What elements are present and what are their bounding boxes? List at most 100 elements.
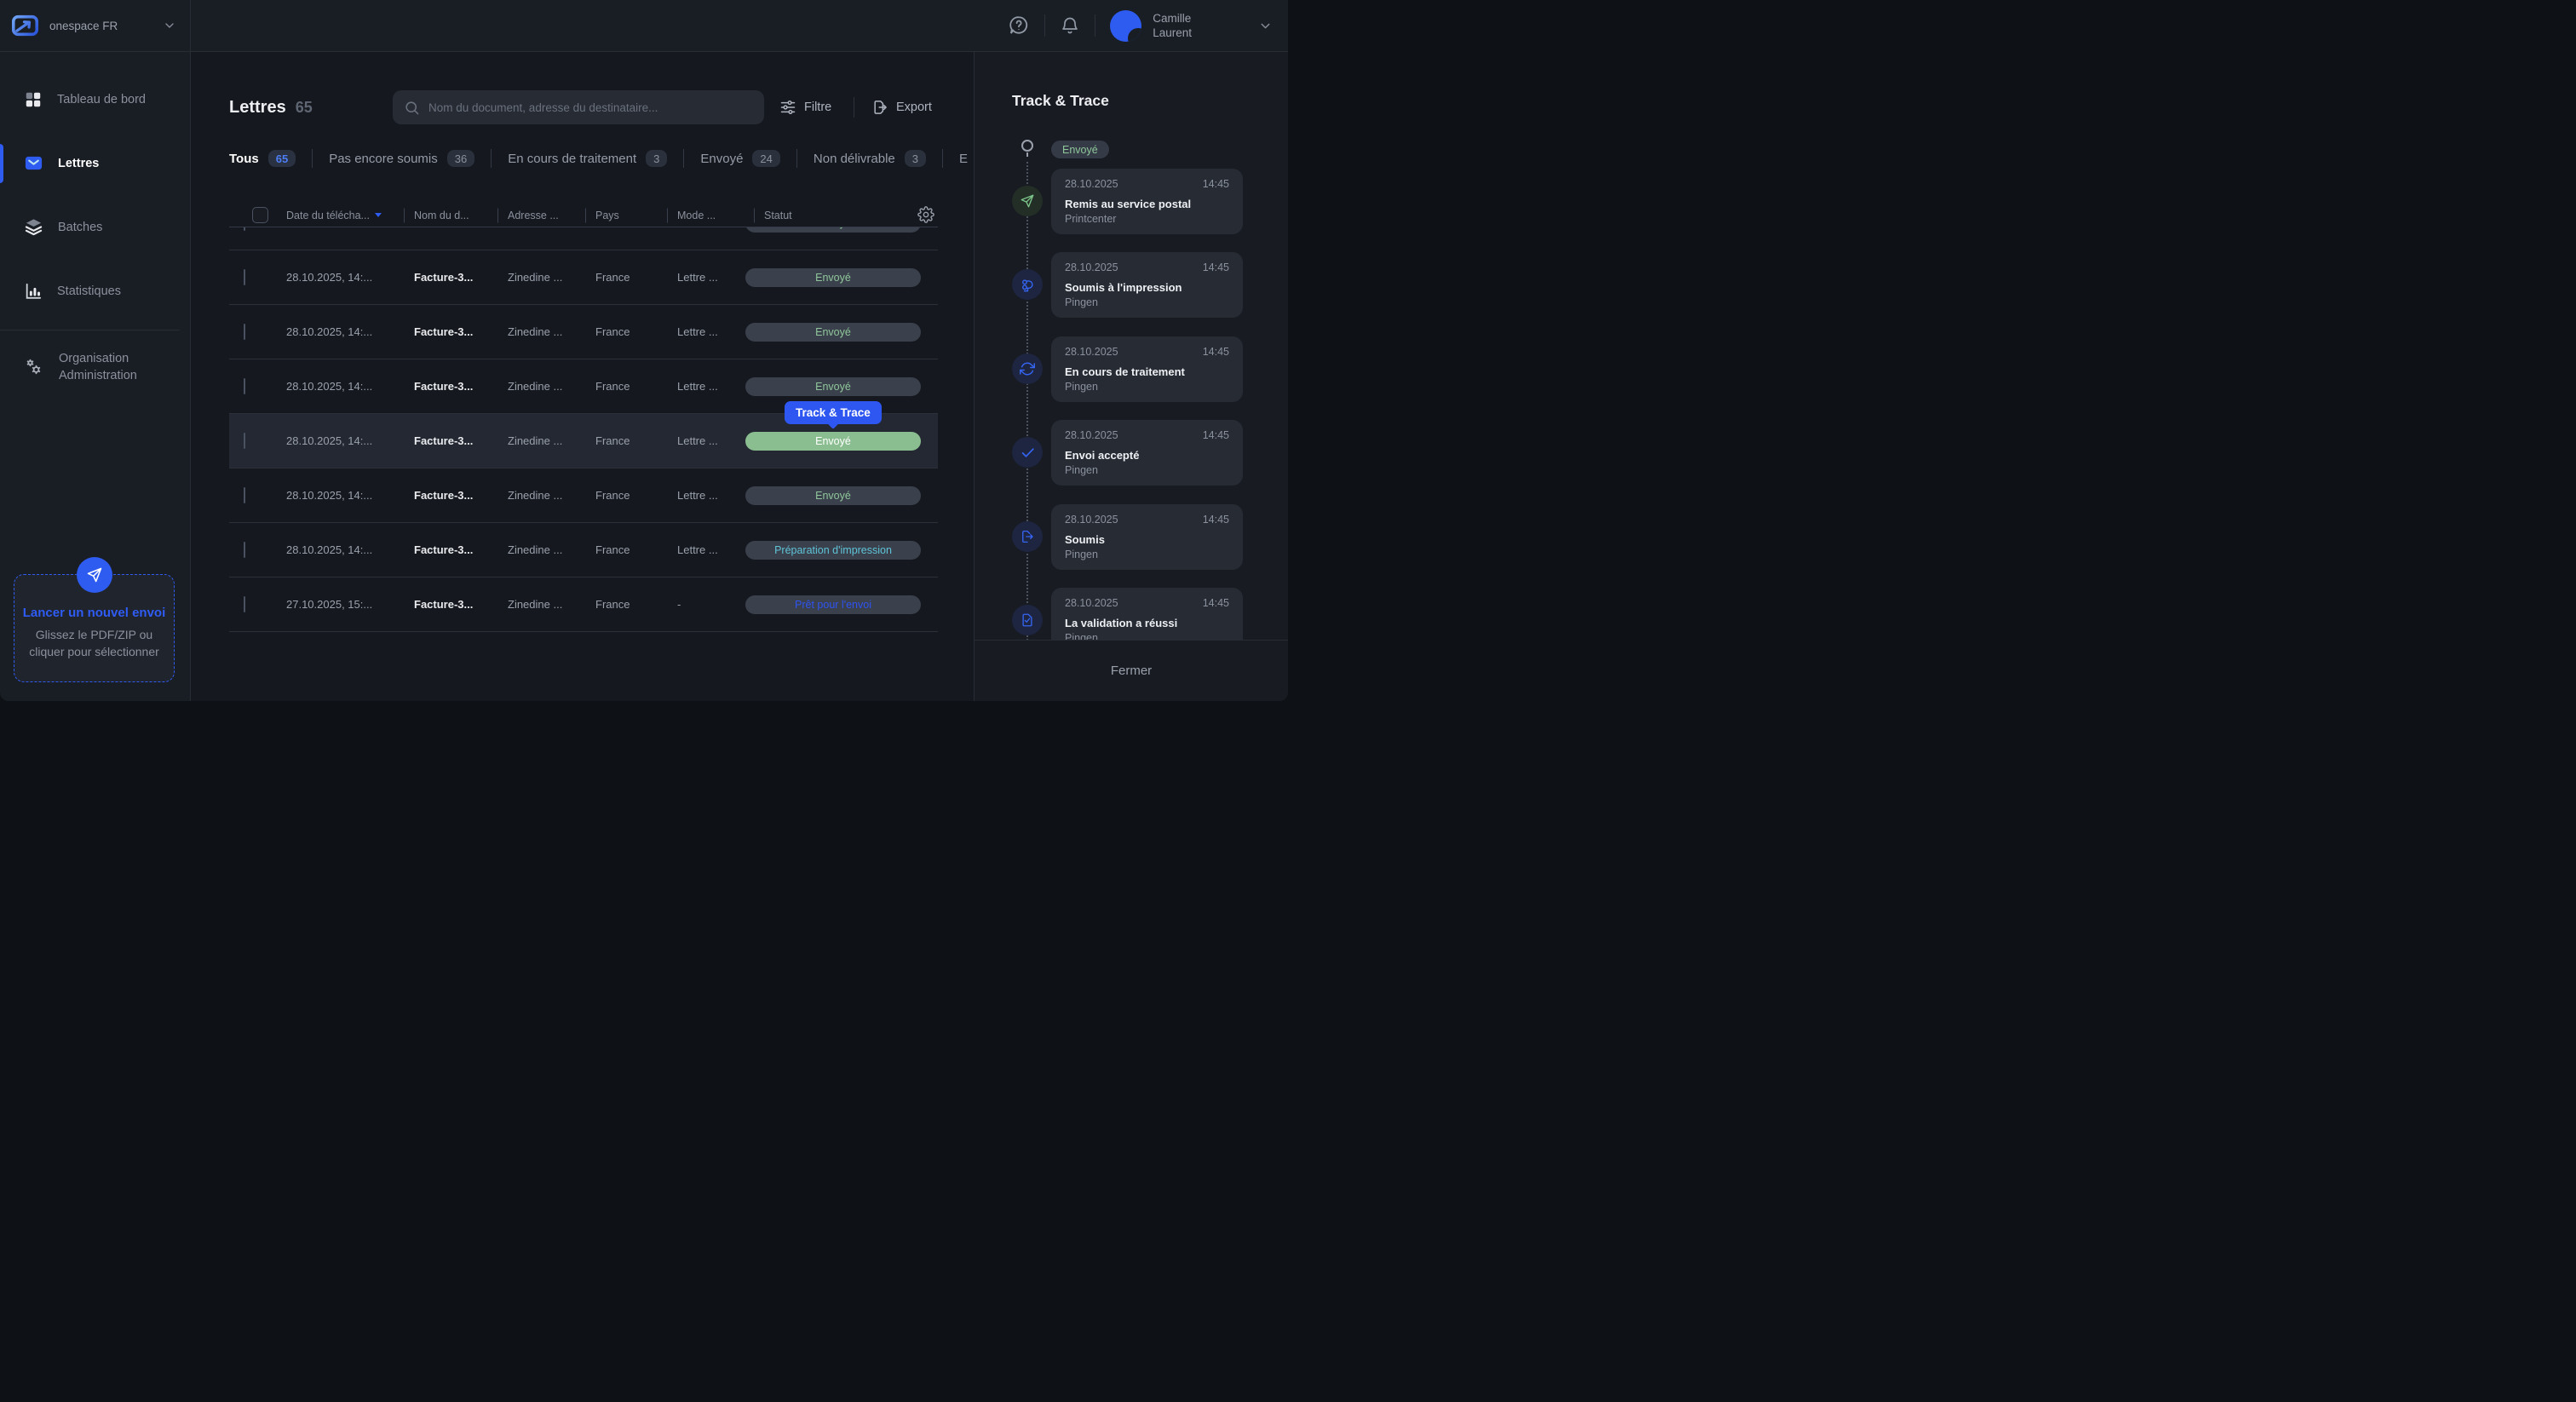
sidebar-item-label: Batches [58, 221, 102, 234]
user-name: Camille Laurent [1153, 11, 1192, 40]
table-row[interactable]: 28.10.2025, 14:... Facture-3... Zinedine… [229, 250, 938, 305]
event-source: Printcenter [1065, 213, 1229, 225]
table-row[interactable]: 28.10.2025, 14:... Facture-3... Zinedine… [229, 305, 938, 359]
row-checkbox[interactable] [244, 378, 245, 394]
close-panel-button[interactable]: Fermer [1111, 664, 1152, 678]
event-time: 14:45 [1203, 261, 1229, 273]
status-badge[interactable]: Envoyé [745, 432, 921, 451]
sort-desc-icon [375, 213, 382, 217]
filter-button[interactable]: Filtre [779, 90, 831, 124]
status-tab[interactable]: En cours de traitement 3 [474, 149, 667, 168]
table-row[interactable]: 28.10.2025, 14:... Facture-3... Zinedine… [229, 523, 938, 577]
status-tab[interactable]: E [926, 149, 974, 168]
upload-dropzone[interactable]: Lancer un nouvel envoi Glissez le PDF/ZI… [14, 574, 175, 682]
event-source: Pingen [1065, 549, 1229, 560]
help-icon[interactable] [1008, 14, 1030, 37]
event-title: Soumis à l'impression [1065, 281, 1229, 294]
column-header-status[interactable]: Statut [745, 210, 938, 221]
status-badge[interactable]: Envoyé [745, 377, 921, 396]
brand-name: onespace FR [49, 20, 118, 32]
avatar[interactable] [1110, 10, 1141, 42]
notifications-bell-icon[interactable] [1060, 15, 1080, 36]
export-button[interactable]: Export [871, 90, 932, 124]
timeline-event-card[interactable]: 28.10.2025 14:45 Remis au service postal… [1051, 169, 1243, 234]
tab-label: Pas encore soumis [329, 152, 438, 166]
status-badge[interactable]: Envoyé [745, 486, 921, 505]
sidebar-item[interactable]: Statistiques [0, 259, 190, 323]
cell-document-name: Facture-3... [405, 434, 499, 447]
select-all-checkbox[interactable] [252, 207, 268, 223]
brand-chevron-down-icon[interactable] [163, 19, 176, 32]
sidebar-item-label: Tableau de bord [57, 93, 146, 106]
status-badge[interactable]: Préparation d'impression [745, 541, 921, 560]
org-label-line1: Organisation [59, 350, 137, 367]
bar-chart-icon [24, 282, 43, 301]
sidebar-item[interactable]: Lettres [0, 131, 190, 195]
row-checkbox[interactable] [244, 433, 245, 449]
row-checkbox[interactable] [244, 324, 245, 340]
cell-document-name: Facture-3... [405, 489, 499, 502]
table-row[interactable]: 28.10.2025, 14:... Facture-3... Zinedine… [229, 468, 938, 523]
event-date: 28.10.2025 [1065, 261, 1118, 273]
row-checkbox[interactable] [244, 487, 245, 503]
cell-document-name: Facture-3... [405, 598, 499, 611]
timeline-event-card[interactable]: 28.10.2025 14:45 Envoi accepté Pingen [1051, 420, 1243, 486]
table-row[interactable]: 27.10.2025, 15:... Facture-3... Zinedine… [229, 577, 938, 632]
row-checkbox[interactable] [244, 227, 245, 231]
dropzone-subtitle: Glissez le PDF/ZIP ou cliquer pour sélec… [14, 626, 174, 660]
column-header-date[interactable]: Date du télécha... [278, 210, 405, 221]
user-last-name: Laurent [1153, 26, 1192, 40]
table-row[interactable]: Envoyé [229, 227, 938, 250]
cell-mode: Lettre ... [669, 434, 745, 447]
column-label: Mode ... [677, 210, 716, 221]
column-header-country[interactable]: Pays [587, 210, 669, 221]
row-checkbox[interactable] [244, 542, 245, 558]
sidebar-item-label: Organisation Administration [59, 350, 137, 384]
file-export-icon [1020, 529, 1035, 544]
timeline-event-card[interactable]: 28.10.2025 14:45 En cours de traitement … [1051, 336, 1243, 402]
send-icon [1020, 193, 1035, 209]
sidebar-item-label: Lettres [58, 157, 99, 170]
sidebar-item-organisation[interactable]: Organisation Administration [0, 330, 190, 404]
timeline-event-card[interactable]: 28.10.2025 14:45 Soumis à l'impression P… [1051, 252, 1243, 318]
column-header-mode[interactable]: Mode ... [669, 210, 745, 221]
org-label-line2: Administration [59, 367, 137, 384]
event-date: 28.10.2025 [1065, 514, 1118, 526]
timeline-event-card[interactable]: 28.10.2025 14:45 Soumis Pingen [1051, 504, 1243, 570]
event-title: Remis au service postal [1065, 198, 1229, 210]
export-label: Export [896, 101, 932, 114]
status-badge[interactable]: Envoyé [745, 323, 921, 342]
column-settings-gear-icon[interactable] [917, 206, 934, 223]
export-file-icon [871, 99, 888, 116]
user-menu-chevron-down-icon[interactable] [1258, 19, 1273, 33]
column-header-address[interactable]: Adresse ... [499, 210, 587, 221]
status-tab[interactable]: Tous 65 [229, 150, 296, 167]
sidebar-item[interactable]: Tableau de bord [0, 67, 190, 131]
status-badge[interactable]: Envoyé [745, 227, 921, 233]
topbar-divider [1044, 14, 1045, 37]
search-input[interactable] [428, 101, 753, 114]
event-title: Envoi accepté [1065, 449, 1229, 462]
event-date: 28.10.2025 [1065, 346, 1118, 358]
status-tab[interactable]: Pas encore soumis 36 [296, 149, 474, 168]
status-tab[interactable]: Envoyé 24 [667, 149, 780, 168]
panel-footer: Fermer [975, 640, 1288, 701]
brand-area[interactable]: onespace FR [0, 0, 191, 51]
event-title: En cours de traitement [1065, 365, 1229, 378]
sidebar-item[interactable]: Batches [0, 195, 190, 259]
status-badge[interactable]: Prêt pour l'envoi [745, 595, 921, 614]
row-checkbox[interactable] [244, 596, 245, 612]
tab-label: Tous [229, 152, 259, 166]
tab-count-badge: 36 [447, 150, 474, 167]
cell-address: Zinedine ... [499, 325, 587, 338]
column-header-name[interactable]: Nom du d... [405, 210, 499, 221]
event-source: Pingen [1065, 464, 1229, 476]
event-title: Soumis [1065, 533, 1229, 546]
tab-count-badge: 24 [752, 150, 779, 167]
tab-count-badge: 3 [905, 150, 926, 167]
row-checkbox[interactable] [244, 269, 245, 285]
status-tab[interactable]: Non délivrable 3 [780, 149, 926, 168]
search-box[interactable] [393, 90, 764, 124]
status-badge[interactable]: Envoyé [745, 268, 921, 287]
panel-status-badge: Envoyé [1051, 141, 1109, 158]
